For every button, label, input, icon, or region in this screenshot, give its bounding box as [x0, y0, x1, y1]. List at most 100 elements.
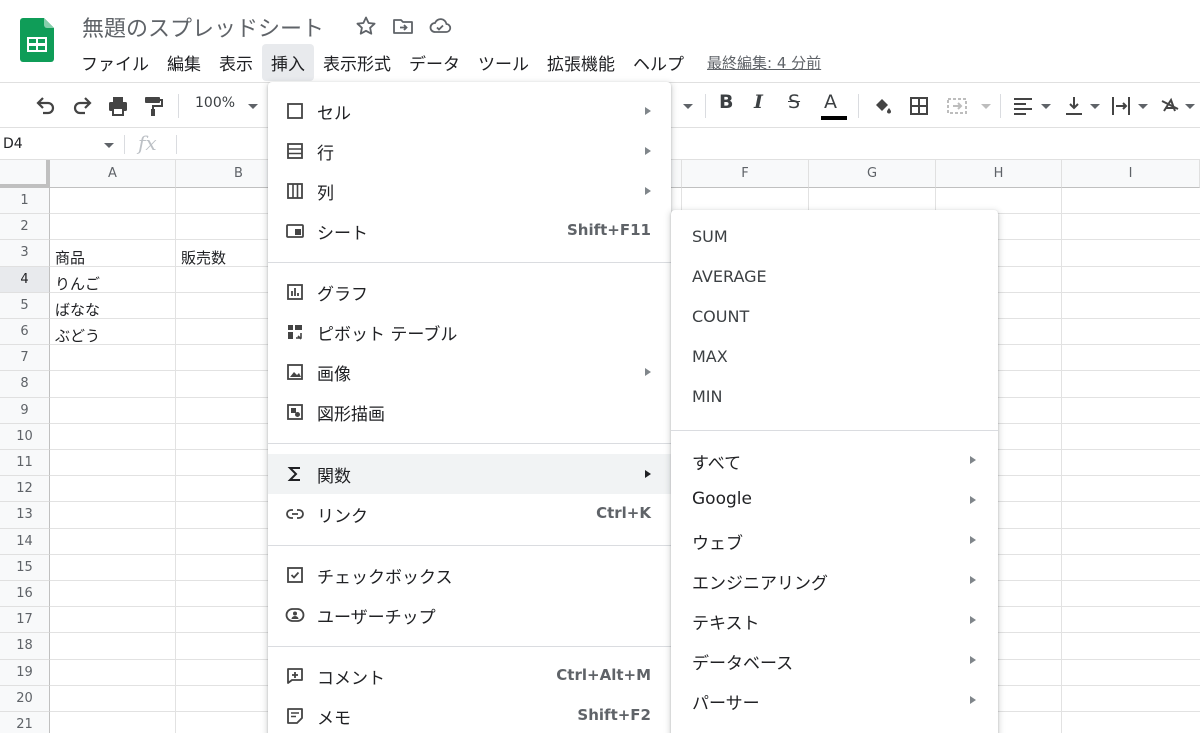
menu-edit[interactable]: 編集 — [158, 44, 210, 81]
row-header[interactable]: 12 — [0, 476, 50, 503]
insert-menu-item-chart[interactable]: グラフ — [268, 272, 671, 312]
row-header[interactable]: 9 — [0, 397, 50, 424]
document-title[interactable]: 無題のスプレッドシート — [82, 11, 324, 43]
insert-menu-item-sheet[interactable]: シート Shift+F11 — [268, 211, 671, 251]
row-header[interactable]: 13 — [0, 502, 50, 529]
insert-menu-item-cell[interactable]: セル — [268, 91, 671, 131]
merge-cells-icon[interactable] — [945, 94, 969, 118]
zoom-caret-icon[interactable] — [248, 104, 258, 109]
borders-icon[interactable] — [907, 94, 931, 118]
cell-a6[interactable]: ぶどう — [55, 325, 100, 346]
row-header[interactable]: 4 — [0, 266, 50, 293]
fill-color-icon[interactable] — [870, 94, 894, 118]
insert-menu-item-function[interactable]: 関数 — [268, 454, 671, 494]
column-header-h[interactable]: H — [936, 160, 1062, 188]
row-header[interactable]: 6 — [0, 319, 50, 346]
insert-menu-item-image[interactable]: 画像 — [268, 352, 671, 392]
rotation-caret-icon[interactable] — [1185, 104, 1195, 109]
function-category-parser[interactable]: パーサー — [671, 680, 998, 720]
function-category-engineering[interactable]: エンジニアリング — [671, 560, 998, 600]
row-header[interactable]: 19 — [0, 659, 50, 686]
insert-menu-item-comment[interactable]: コメント Ctrl+Alt+M — [268, 656, 671, 696]
row-header[interactable]: 5 — [0, 292, 50, 319]
column-header-f[interactable]: F — [682, 160, 809, 188]
row-header[interactable]: 8 — [0, 371, 50, 398]
column-header-i[interactable]: I — [1062, 160, 1200, 188]
submenu-arrow-icon — [970, 536, 976, 544]
menu-data[interactable]: データ — [400, 44, 469, 81]
row-header[interactable]: 2 — [0, 214, 50, 241]
row-header[interactable]: 21 — [0, 712, 50, 733]
text-rotation-icon[interactable] — [1158, 94, 1182, 118]
row-header[interactable]: 3 — [0, 240, 50, 267]
column-header-g[interactable]: G — [809, 160, 936, 188]
menu-view[interactable]: 表示 — [210, 44, 262, 81]
cell-a3[interactable]: 商品 — [55, 247, 85, 268]
print-icon[interactable] — [106, 94, 130, 118]
insert-menu-item-people-chip[interactable]: ユーザーチップ — [268, 595, 671, 635]
row-header[interactable]: 20 — [0, 685, 50, 712]
function-category-all[interactable]: すべて — [671, 440, 998, 480]
star-icon[interactable] — [354, 14, 378, 38]
row-header[interactable]: 17 — [0, 607, 50, 634]
move-folder-icon[interactable] — [391, 14, 415, 38]
function-item-min[interactable]: MIN — [671, 378, 998, 418]
function-category-web[interactable]: ウェブ — [671, 520, 998, 560]
row-header[interactable]: 15 — [0, 554, 50, 581]
chart-icon — [287, 284, 303, 300]
zoom-select[interactable]: 100% — [195, 95, 235, 111]
last-edit-link[interactable]: 最終編集: 4 分前 — [707, 52, 821, 73]
function-category-google[interactable]: Google — [671, 480, 998, 520]
insert-menu-item-rows[interactable]: 行 — [268, 131, 671, 171]
insert-menu-item-columns[interactable]: 列 — [268, 171, 671, 211]
cell-b3[interactable]: 販売数 — [181, 247, 226, 268]
function-item-max[interactable]: MAX — [671, 338, 998, 378]
sheets-logo-icon[interactable] — [20, 18, 54, 62]
menu-insert[interactable]: 挿入 — [262, 43, 314, 81]
cell-a4[interactable]: りんご — [55, 273, 100, 294]
row-header[interactable]: 7 — [0, 345, 50, 372]
insert-menu-item-note[interactable]: メモ Shift+F2 — [268, 696, 671, 733]
paint-format-icon[interactable] — [141, 94, 165, 118]
row-header[interactable]: 14 — [0, 528, 50, 555]
insert-menu-item-drawing[interactable]: 図形描画 — [268, 392, 671, 432]
row-header[interactable]: 1 — [0, 188, 50, 215]
horizontal-align-icon[interactable] — [1011, 94, 1035, 118]
menu-file[interactable]: ファイル — [72, 44, 158, 81]
cloud-saved-icon[interactable] — [428, 14, 452, 38]
name-box-caret-icon[interactable] — [104, 143, 114, 148]
insert-menu-item-link[interactable]: リンク Ctrl+K — [268, 494, 671, 534]
menu-help[interactable]: ヘルプ — [624, 44, 693, 81]
function-item-count[interactable]: COUNT — [671, 298, 998, 338]
function-category-database[interactable]: データベース — [671, 640, 998, 680]
menu-extensions[interactable]: 拡張機能 — [538, 44, 624, 81]
function-category-text[interactable]: テキスト — [671, 600, 998, 640]
function-item-sum[interactable]: SUM — [671, 218, 998, 258]
menu-format[interactable]: 表示形式 — [314, 44, 400, 81]
row-header[interactable]: 10 — [0, 423, 50, 450]
row-header[interactable]: 16 — [0, 581, 50, 608]
function-item-average[interactable]: AVERAGE — [671, 258, 998, 298]
font-size-caret-icon[interactable] — [683, 104, 693, 109]
select-all-corner[interactable] — [0, 160, 50, 188]
wrap-caret-icon[interactable] — [1138, 104, 1148, 109]
cell-a5[interactable]: ばなな — [55, 299, 100, 320]
valign-caret-icon[interactable] — [1090, 104, 1100, 109]
name-box[interactable]: D4 — [3, 136, 23, 152]
insert-menu-item-pivot[interactable]: ピボット テーブル — [268, 312, 671, 352]
merge-caret-icon[interactable] — [981, 104, 991, 109]
vertical-align-icon[interactable] — [1062, 94, 1086, 118]
text-color-button[interactable]: A — [824, 91, 837, 113]
row-header[interactable]: 11 — [0, 450, 50, 477]
text-wrap-icon[interactable] — [1109, 94, 1133, 118]
menu-tools[interactable]: ツール — [469, 44, 538, 81]
column-header-a[interactable]: A — [50, 160, 176, 188]
strikethrough-button[interactable]: S — [788, 91, 800, 113]
bold-button[interactable]: B — [719, 91, 733, 113]
italic-button[interactable]: I — [754, 91, 763, 113]
align-caret-icon[interactable] — [1041, 104, 1051, 109]
row-header[interactable]: 18 — [0, 633, 50, 660]
insert-menu-item-checkbox[interactable]: チェックボックス — [268, 555, 671, 595]
redo-icon[interactable] — [70, 94, 94, 118]
undo-icon[interactable] — [34, 94, 58, 118]
